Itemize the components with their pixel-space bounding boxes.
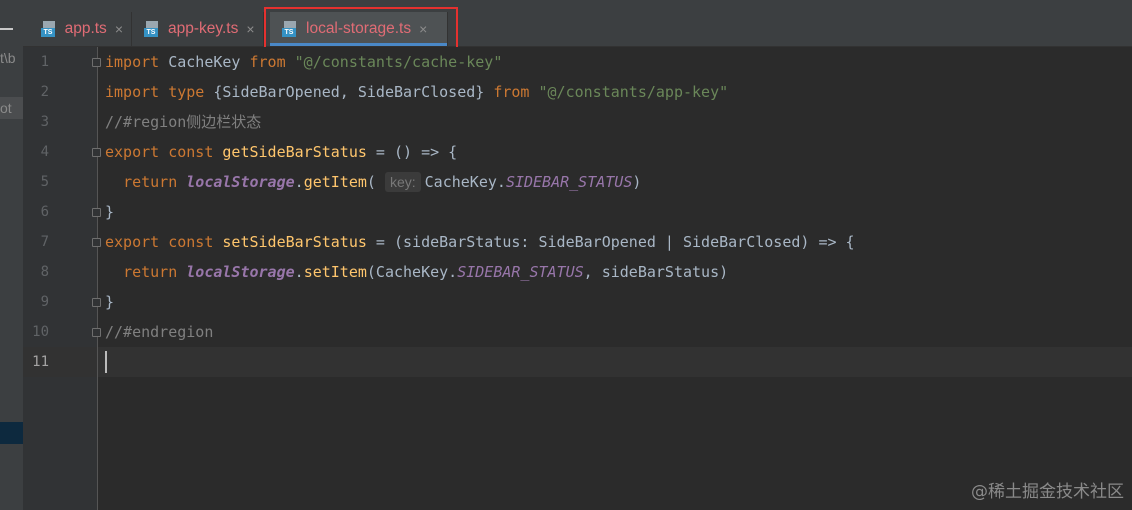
line-number: 4 — [40, 144, 49, 160]
project-panel-strip: t\b ot — [0, 0, 24, 510]
code-line-10: //#endregion — [105, 323, 214, 341]
ts-file-icon: TS — [144, 21, 160, 37]
parameter-hint: key: — [384, 172, 421, 192]
close-icon[interactable]: × — [419, 21, 427, 37]
line-number: 1 — [40, 54, 49, 70]
minimize-icon[interactable] — [0, 28, 13, 30]
code-line-8: return localStorage.setItem(CacheKey.SID… — [123, 263, 729, 281]
project-tree-fragment[interactable]: ot — [0, 97, 23, 119]
text-cursor — [105, 351, 107, 373]
fold-icon[interactable] — [92, 148, 101, 157]
line-number: 2 — [40, 84, 49, 100]
code-line-4: export const getSideBarStatus = () => { — [105, 143, 458, 161]
code-editor[interactable]: 1 2 3 4 5 6 7 8 9 10 11 import CacheKey … — [23, 47, 1132, 510]
tab-label: local-storage.ts — [306, 20, 412, 37]
fold-icon[interactable] — [92, 58, 101, 67]
active-tab-indicator — [270, 43, 447, 46]
line-number: 7 — [40, 234, 49, 250]
line-number: 3 — [40, 114, 49, 130]
tab-local-storage-ts[interactable]: TS local-storage.ts × — [270, 12, 448, 46]
fold-icon[interactable] — [92, 208, 101, 217]
editor-tab-bar: TS app.ts × TS app-key.ts × TS local-sto… — [23, 0, 1132, 47]
line-number: 9 — [40, 294, 49, 310]
line-number-current: 11 — [32, 354, 49, 370]
close-icon[interactable]: × — [246, 21, 254, 37]
tab-app-ts[interactable]: TS app.ts × — [29, 12, 132, 46]
line-number: 5 — [40, 174, 49, 190]
current-line-highlight — [98, 347, 1132, 377]
tab-app-key-ts[interactable]: TS app-key.ts × — [132, 12, 264, 46]
code-line-7: export const setSideBarStatus = (sideBar… — [105, 233, 855, 251]
ts-file-icon: TS — [41, 21, 57, 37]
code-line-2: import type {SideBarOpened, SideBarClose… — [105, 83, 729, 101]
code-line-6: } — [105, 203, 115, 221]
code-line-3: //#region侧边栏状态 — [105, 113, 262, 131]
code-line-9: } — [105, 293, 115, 311]
tab-label: app.ts — [64, 20, 107, 37]
line-number: 8 — [40, 264, 49, 280]
line-number-gutter: 1 2 3 4 5 6 7 8 9 10 11 — [23, 47, 97, 510]
ts-file-icon: TS — [282, 21, 298, 37]
code-line-5: return localStorage.getItem( key: CacheKe… — [123, 172, 642, 192]
project-tree-selected-row[interactable] — [0, 422, 23, 444]
fold-icon[interactable] — [92, 298, 101, 307]
line-number: 10 — [32, 324, 49, 340]
tab-label: app-key.ts — [168, 20, 239, 37]
code-line-1: import CacheKey from "@/constants/cache-… — [105, 53, 503, 71]
project-tree-fragment: t\b — [0, 50, 16, 66]
fold-icon[interactable] — [92, 238, 101, 247]
fold-icon[interactable] — [92, 328, 101, 337]
watermark: @稀土掘金技术社区 — [971, 482, 1124, 502]
line-number: 6 — [40, 204, 49, 220]
close-icon[interactable]: × — [115, 21, 123, 37]
